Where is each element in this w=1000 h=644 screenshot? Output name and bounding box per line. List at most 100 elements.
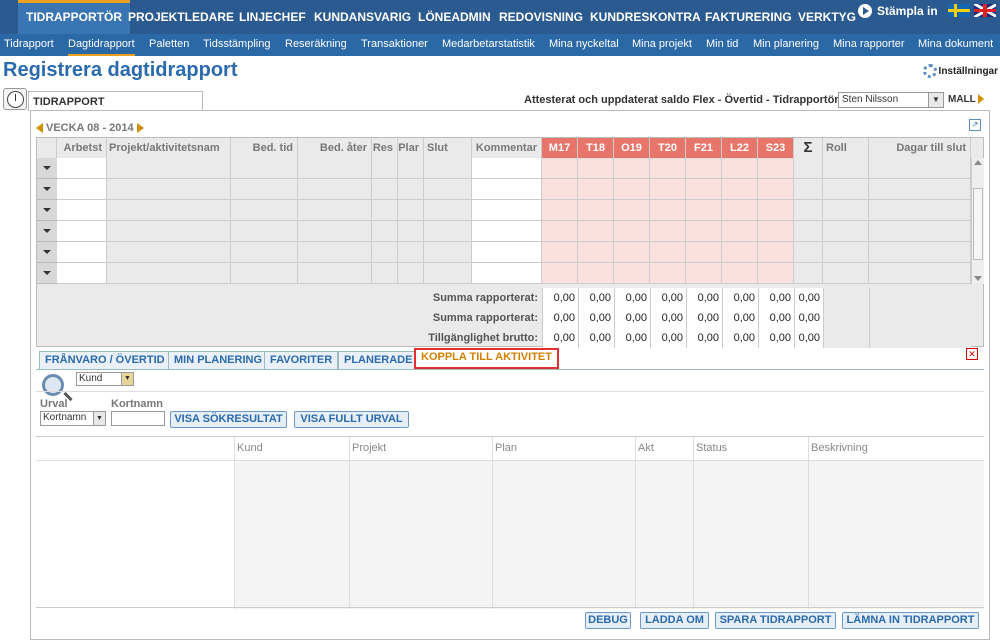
stampla-in-link[interactable]: Stämpla in [877,4,938,18]
grid-cell[interactable] [398,242,424,263]
urval-select[interactable]: Kortnamn ▼ [40,411,106,426]
grid-cell[interactable] [398,179,424,200]
day-cell[interactable] [722,263,758,284]
row-menu-button[interactable] [37,242,57,263]
grid-cell[interactable] [398,221,424,242]
row-menu-button[interactable] [37,221,57,242]
tab-planerade[interactable]: PLANERADE [338,351,419,369]
grid-cell[interactable] [424,242,472,263]
user-select[interactable]: Sten Nilsson ▼ [838,92,944,108]
grid-cell[interactable] [472,179,542,200]
grid-cell[interactable] [398,158,424,179]
day-cell[interactable] [758,221,794,242]
subnav-tidsstampling[interactable]: Tidsstämpling [203,34,270,56]
day-cell[interactable] [686,200,722,221]
scroll-down-icon[interactable] [974,276,982,281]
day-cell[interactable] [542,263,578,284]
grid-cell[interactable] [107,179,231,200]
day-cell[interactable] [614,158,650,179]
day-cell[interactable] [542,158,578,179]
tab-min-planering[interactable]: MIN PLANERING [168,351,268,369]
grid-cell[interactable] [107,242,231,263]
topnav-loneadmin[interactable]: LÖNEADMIN [410,0,499,34]
tab-favoriter[interactable]: FAVORITER [264,351,339,369]
play-icon[interactable] [858,4,872,18]
topnav-fakturering[interactable]: FAKTURERING [697,0,800,34]
grid-cell[interactable] [424,263,472,284]
day-cell[interactable] [614,179,650,200]
subnav-mina-nyckeltal[interactable]: Mina nyckeltal [549,34,619,56]
tab-tidrapport[interactable]: TIDRAPPORT [28,91,203,111]
grid-cell[interactable] [398,200,424,221]
day-cell[interactable] [542,221,578,242]
grid-cell[interactable] [472,200,542,221]
row-menu-button[interactable] [37,158,57,179]
day-cell[interactable] [758,242,794,263]
day-cell[interactable] [758,200,794,221]
day-cell[interactable] [578,179,614,200]
grid-cell[interactable] [298,242,372,263]
grid-cell[interactable] [231,221,298,242]
day-cell[interactable] [578,263,614,284]
topnav-projektledare[interactable]: PROJEKTLEDARE [120,0,242,34]
subnav-medarbetarstatistik[interactable]: Medarbetarstatistik [442,34,535,56]
grid-cell[interactable] [57,242,107,263]
grid-cell[interactable] [298,158,372,179]
grid-scrollbar[interactable] [971,158,984,284]
day-cell[interactable] [686,242,722,263]
spara-tidrapport-button[interactable]: SPARA TIDRAPPORT [715,612,836,629]
row-menu-button[interactable] [37,263,57,284]
subnav-mina-projekt[interactable]: Mina projekt [632,34,692,56]
day-cell[interactable] [614,200,650,221]
grid-cell[interactable] [424,221,472,242]
visa-sokresultat-button[interactable]: VISA SÖKRESULTAT [170,411,287,428]
day-cell[interactable] [722,242,758,263]
tab-franvaro[interactable]: FRÅNVARO / ÖVERTID [39,351,171,369]
topnav-verktyg[interactable]: VERKTYG [790,0,864,34]
grid-cell[interactable] [231,158,298,179]
ladda-om-button[interactable]: LADDA OM [640,612,709,629]
subnav-reserakning[interactable]: Reseräkning [285,34,347,56]
day-cell[interactable] [758,263,794,284]
day-cell[interactable] [578,200,614,221]
uk-flag-icon[interactable] [974,4,996,17]
day-cell[interactable] [578,221,614,242]
subnav-mina-dokument[interactable]: Mina dokument [918,34,993,56]
subnav-mina-rapporter[interactable]: Mina rapporter [833,34,905,56]
day-cell[interactable] [542,200,578,221]
next-week-icon[interactable] [136,123,144,133]
subnav-paletten[interactable]: Paletten [149,34,189,56]
grid-cell[interactable] [231,179,298,200]
grid-cell[interactable] [372,179,398,200]
grid-cell[interactable] [424,200,472,221]
grid-cell[interactable] [57,179,107,200]
grid-cell[interactable] [57,221,107,242]
day-cell[interactable] [578,242,614,263]
day-cell[interactable] [650,179,686,200]
grid-cell[interactable] [372,221,398,242]
day-cell[interactable] [650,221,686,242]
grid-cell[interactable] [372,242,398,263]
grid-cell[interactable] [472,242,542,263]
topnav-tidrapportor[interactable]: TIDRAPPORTÖR [18,0,130,34]
day-cell[interactable] [722,179,758,200]
swedish-flag-icon[interactable] [948,4,970,17]
day-cell[interactable] [578,158,614,179]
grid-cell[interactable] [298,263,372,284]
grid-cell[interactable] [398,263,424,284]
scrollbar-thumb[interactable] [973,188,983,260]
day-cell[interactable] [650,263,686,284]
day-cell[interactable] [686,263,722,284]
grid-cell[interactable] [472,263,542,284]
lamna-in-tidrapport-button[interactable]: LÄMNA IN TIDRAPPORT [842,612,979,629]
grid-cell[interactable] [107,263,231,284]
subnav-tidrapport[interactable]: Tidrapport [4,34,54,56]
day-cell[interactable] [686,179,722,200]
grid-cell[interactable] [57,158,107,179]
day-cell[interactable] [686,158,722,179]
debug-button[interactable]: DEBUG [585,612,631,629]
grid-cell[interactable] [372,263,398,284]
grid-cell[interactable] [372,200,398,221]
day-cell[interactable] [542,242,578,263]
grid-cell[interactable] [107,221,231,242]
